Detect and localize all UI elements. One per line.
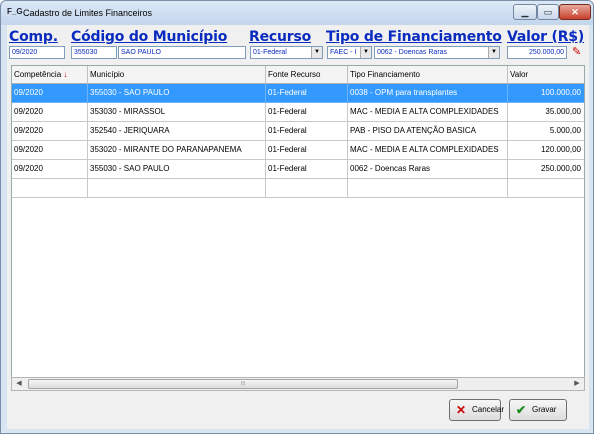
cell-valor[interactable]: 5.000,00: [508, 122, 584, 141]
window-title: Cadastro de Limites Financeiros: [23, 8, 153, 18]
tipo-financiamento-select-value: 0062 - Doencas Raras: [377, 49, 448, 56]
cell-competencia[interactable]: 09/2020: [12, 122, 88, 141]
save-button[interactable]: ✔ Gravar: [509, 399, 567, 421]
x-icon: ✕: [456, 403, 467, 417]
cell-empty[interactable]: [12, 179, 88, 198]
tipo-bloco-select-value: FAEC - I: [330, 49, 357, 56]
sort-az-icon: ↓: [63, 70, 68, 79]
cell-fonte[interactable]: 01-Federal: [266, 122, 348, 141]
column-header-label: Competência: [14, 70, 62, 79]
municipio-name-input[interactable]: SAO PAULO: [118, 46, 246, 59]
table-row[interactable]: 09/2020 355030 - SAO PAULO 01-Federal 00…: [12, 84, 584, 103]
cell-municipio[interactable]: 352540 - JERIQUARA: [88, 122, 266, 141]
recurso-select-value: 01-Federal: [253, 49, 287, 56]
cell-fonte[interactable]: 01-Federal: [266, 103, 348, 122]
cell-fonte[interactable]: 01-Federal: [266, 160, 348, 179]
recurso-select[interactable]: 01-Federal ▼: [250, 46, 323, 59]
tipo-financiamento-label: Tipo de Financiamento: [326, 29, 502, 45]
cell-empty[interactable]: [508, 179, 584, 198]
tipo-bloco-select[interactable]: FAEC - I ▼: [327, 46, 372, 59]
minimize-icon: ▁: [521, 7, 529, 17]
table-row[interactable]: 09/2020 353030 - MIRASSOL 01-Federal MAC…: [12, 103, 584, 122]
codigo-municipio-label: Código do Município: [71, 29, 228, 45]
main-window: F_G Cadastro de Limites Financeiros ▁ ▭ …: [0, 0, 594, 434]
comp-input[interactable]: 09/2020: [9, 46, 65, 59]
app-icon: F_G: [7, 7, 23, 16]
maximize-button[interactable]: ▭: [537, 4, 559, 20]
recurso-label: Recurso: [249, 29, 311, 45]
horizontal-scrollbar[interactable]: ◀ ⦙⦙⦙ ▶: [11, 377, 585, 391]
cell-empty[interactable]: [348, 179, 508, 198]
cell-municipio[interactable]: 353030 - MIRASSOL: [88, 103, 266, 122]
cell-competencia[interactable]: 09/2020: [12, 84, 88, 103]
table-row[interactable]: 09/2020 352540 - JERIQUARA 01-Federal PA…: [12, 122, 584, 141]
cancel-button-label: Cancelar: [472, 405, 505, 414]
cell-tipo[interactable]: PAB - PISO DA ATENÇÃO BASICA: [348, 122, 508, 141]
cell-competencia[interactable]: 09/2020: [12, 160, 88, 179]
pencil-icon[interactable]: ✎: [572, 45, 581, 58]
column-header-municipio[interactable]: Município: [88, 66, 266, 84]
cell-valor[interactable]: 100.000,00: [508, 84, 584, 103]
data-grid[interactable]: Competência ↓ Município Fonte Recurso Ti…: [11, 65, 585, 391]
cell-tipo[interactable]: MAC - MEDIA E ALTA COMPLEXIDADES: [348, 141, 508, 160]
close-button[interactable]: ✕: [559, 4, 591, 20]
cell-empty[interactable]: [266, 179, 348, 198]
cell-tipo[interactable]: 0038 - OPM para transplantes: [348, 84, 508, 103]
cell-fonte[interactable]: 01-Federal: [266, 84, 348, 103]
column-header-valor[interactable]: Valor: [508, 66, 584, 84]
save-button-label: Gravar: [532, 405, 557, 414]
column-header-competencia[interactable]: Competência ↓: [12, 66, 88, 84]
valor-input[interactable]: 250.000,00: [507, 46, 567, 59]
close-icon: ✕: [571, 7, 579, 17]
cell-fonte[interactable]: 01-Federal: [266, 141, 348, 160]
cell-municipio[interactable]: 353020 - MIRANTE DO PARANAPANEMA: [88, 141, 266, 160]
cell-valor[interactable]: 35.000,00: [508, 103, 584, 122]
column-header-tipo-financiamento[interactable]: Tipo Financiamento: [348, 66, 508, 84]
table-row[interactable]: 09/2020 355030 - SAO PAULO 01-Federal 00…: [12, 160, 584, 179]
title-bar[interactable]: F_G Cadastro de Limites Financeiros ▁ ▭ …: [1, 1, 593, 25]
cancel-button[interactable]: ✕ Cancelar: [449, 399, 505, 421]
codigo-municipio-input[interactable]: 355030: [71, 46, 117, 59]
cell-empty[interactable]: [88, 179, 266, 198]
tipo-financiamento-select[interactable]: 0062 - Doencas Raras ▼: [374, 46, 500, 59]
chevron-down-icon[interactable]: ▼: [311, 47, 322, 58]
cell-competencia[interactable]: 09/2020: [12, 103, 88, 122]
minimize-button[interactable]: ▁: [513, 4, 537, 20]
comp-label: Comp.: [9, 29, 58, 45]
scroll-right-icon[interactable]: ▶: [570, 378, 584, 390]
chevron-down-icon[interactable]: ▼: [488, 47, 499, 58]
valor-label: Valor (R$): [507, 29, 585, 45]
table-row[interactable]: 09/2020 353020 - MIRANTE DO PARANAPANEMA…: [12, 141, 584, 160]
chevron-down-icon[interactable]: ▼: [360, 47, 371, 58]
cell-valor[interactable]: 120.000,00: [508, 141, 584, 160]
cell-valor[interactable]: 250.000,00: [508, 160, 584, 179]
cell-municipio[interactable]: 355030 - SAO PAULO: [88, 160, 266, 179]
scroll-left-icon[interactable]: ◀: [12, 378, 26, 390]
cell-tipo[interactable]: 0062 - Doencas Raras: [348, 160, 508, 179]
scrollbar-thumb[interactable]: ⦙⦙⦙: [28, 379, 458, 389]
cell-competencia[interactable]: 09/2020: [12, 141, 88, 160]
maximize-icon: ▭: [543, 7, 553, 17]
table-row-empty[interactable]: [12, 179, 584, 198]
cell-tipo[interactable]: MAC - MEDIA E ALTA COMPLEXIDADES: [348, 103, 508, 122]
checkmark-icon: ✔: [516, 403, 527, 417]
cell-municipio[interactable]: 355030 - SAO PAULO: [88, 84, 266, 103]
column-header-fonte-recurso[interactable]: Fonte Recurso: [266, 66, 348, 84]
